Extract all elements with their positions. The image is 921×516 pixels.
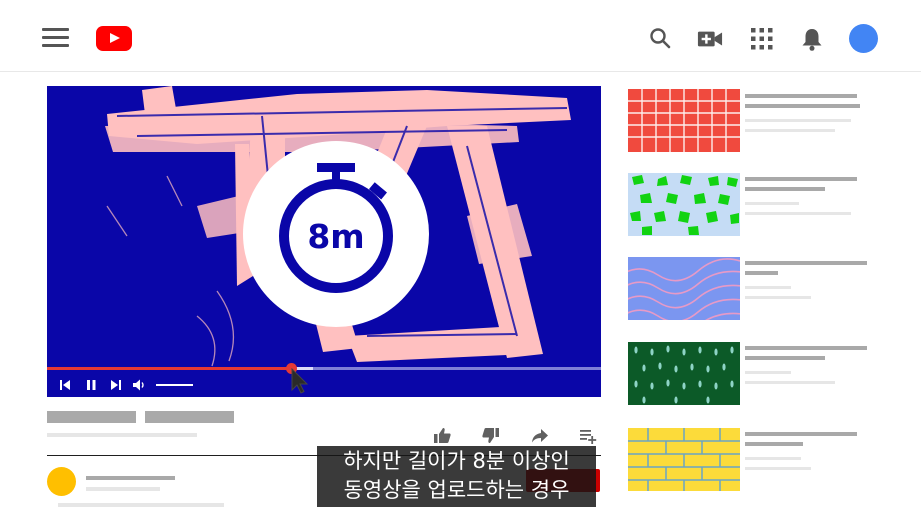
account-avatar[interactable] (849, 24, 878, 53)
video-meta-placeholder (47, 433, 197, 437)
sidebar-title-placeholder (745, 356, 825, 360)
sidebar-title-placeholder (745, 261, 867, 265)
channel-subs-placeholder (86, 487, 160, 491)
sidebar-thumbnail-3[interactable] (628, 257, 740, 320)
sidebar-meta-placeholder (745, 457, 801, 460)
sidebar-title-placeholder (745, 442, 803, 446)
sidebar-meta-placeholder (745, 119, 851, 122)
progress-played (47, 367, 291, 370)
stopwatch-icon: 8m (279, 163, 393, 293)
channel-avatar[interactable] (47, 467, 76, 496)
subtitle-line-1: 하지만 길이가 8분 이상인 (343, 449, 570, 473)
top-app-bar (0, 0, 921, 72)
sidebar-meta-placeholder (745, 296, 811, 299)
mouse-cursor-icon (291, 368, 309, 394)
sidebar-meta-placeholder (745, 467, 811, 470)
volume-icon[interactable] (132, 378, 146, 392)
subtitle-caption-box: 하지만 길이가 8분 이상인 동영상을 업로드하는 경우 (317, 446, 596, 507)
video-player[interactable]: 8m (47, 86, 601, 397)
video-title-placeholder (47, 411, 136, 423)
sidebar-thumbnail-5[interactable] (628, 428, 740, 491)
sidebar-title-placeholder (745, 346, 867, 350)
skip-next-icon[interactable] (110, 378, 122, 392)
hamburger-menu-icon[interactable] (42, 28, 69, 48)
channel-name-placeholder (86, 476, 175, 480)
youtube-logo-icon[interactable] (96, 26, 132, 51)
thumbs-up-icon[interactable] (433, 427, 451, 444)
sidebar-thumbnail-2[interactable] (628, 173, 740, 236)
video-camera-add-icon[interactable] (697, 26, 723, 52)
sidebar-meta-placeholder (745, 371, 791, 374)
sidebar-meta-placeholder (745, 286, 791, 289)
sidebar-title-placeholder (745, 177, 857, 181)
apps-grid-icon[interactable] (749, 26, 775, 52)
sidebar-title-placeholder (745, 271, 778, 275)
sidebar-title-placeholder (745, 104, 860, 108)
notification-bell-icon[interactable] (799, 26, 825, 52)
sidebar-meta-placeholder (745, 212, 851, 215)
share-icon[interactable] (531, 427, 549, 444)
pause-icon[interactable] (85, 378, 97, 392)
skip-previous-icon[interactable] (59, 378, 71, 392)
volume-slider[interactable] (156, 384, 193, 386)
sidebar-meta-placeholder (745, 129, 835, 132)
add-to-playlist-icon[interactable] (579, 427, 597, 444)
search-icon[interactable] (648, 26, 674, 52)
sidebar-meta-placeholder (745, 202, 799, 205)
sidebar-thumbnail-4[interactable] (628, 342, 740, 405)
video-title-placeholder (145, 411, 234, 423)
sidebar-title-placeholder (745, 432, 857, 436)
description-placeholder (58, 503, 224, 507)
sidebar-title-placeholder (745, 94, 857, 98)
sidebar-meta-placeholder (745, 381, 835, 384)
sidebar-thumbnail-1[interactable] (628, 89, 740, 152)
thumbs-down-icon[interactable] (482, 427, 500, 444)
stopwatch-duration-label: 8m (307, 217, 364, 256)
subtitle-line-2: 동영상을 업로드하는 경우 (343, 478, 570, 502)
stopwatch-badge: 8m (243, 141, 429, 327)
sidebar-title-placeholder (745, 187, 825, 191)
